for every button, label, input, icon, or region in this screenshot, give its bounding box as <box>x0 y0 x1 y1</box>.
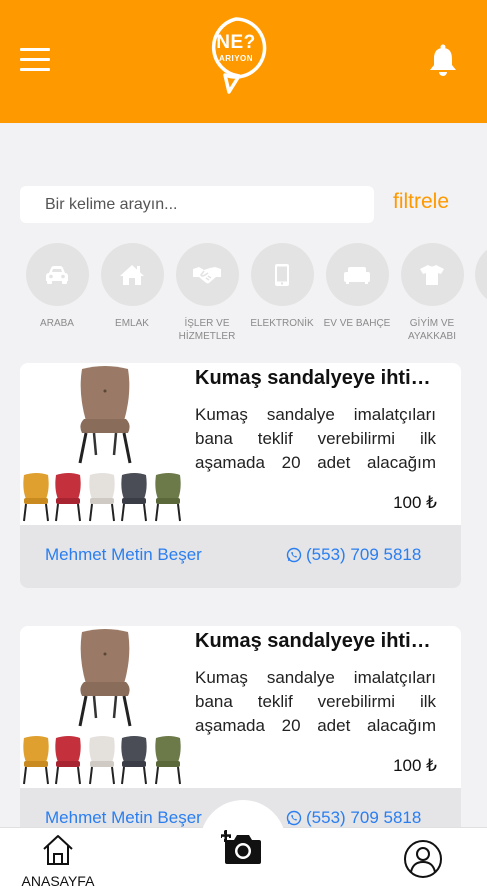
listing-card-body: Kumaş sandalyeye ihtiyacım var Kumaş san… <box>20 363 461 525</box>
nav-home-label: ANASAYFA <box>21 873 95 887</box>
app-header: NE? ARIYON <box>0 0 487 123</box>
house-icon <box>120 264 144 285</box>
listing-card-body: Kumaş sandalyeye ihtiyacım var Kumaş san… <box>20 626 461 788</box>
listing-description: Kumaş sandalye imalatçıları bana teklif … <box>195 668 436 735</box>
seller-name-link[interactable]: Mehmet Metin Beşer <box>45 545 202 565</box>
app-logo: NE? ARIYON <box>205 16 271 96</box>
add-photo-camera-button[interactable] <box>220 828 263 868</box>
category-giyim-ayakkabi[interactable]: GİYİM VE AYAKKABI <box>400 243 464 343</box>
listing-title[interactable]: Kumaş sandalyeye ihtiyacım var <box>195 630 435 653</box>
listing-card[interactable]: Kumaş sandalyeye ihtiyacım var Kumaş san… <box>20 363 461 588</box>
hamburger-menu-icon[interactable] <box>20 48 50 72</box>
listing-image <box>20 626 185 788</box>
listing-title[interactable]: Kumaş sandalyeye ihtiyacım var <box>195 367 435 390</box>
phone-icon <box>275 263 289 286</box>
search-input[interactable] <box>20 186 374 223</box>
home-icon <box>43 835 73 865</box>
whatsapp-icon <box>286 547 302 563</box>
category-label: GİYİM VE AYAKKABI <box>408 318 456 342</box>
seller-phone-link[interactable]: (553) 709 5818 <box>286 545 421 565</box>
seller-phone-text: (553) 709 5818 <box>306 545 422 564</box>
listing-description: Kumaş sandalye imalatçıları bana teklif … <box>195 405 436 472</box>
logo-text-sub: ARIYON <box>218 54 254 63</box>
nav-home[interactable]: ANASAYFA <box>18 834 98 887</box>
user-profile-icon <box>404 840 442 878</box>
seller-phone-text: (553) 709 5818 <box>306 808 422 827</box>
category-more[interactable] <box>475 243 487 306</box>
listing-image <box>20 363 185 525</box>
whatsapp-icon <box>286 810 302 826</box>
listing-price: 100 ₺ <box>393 756 437 775</box>
seller-name-link[interactable]: Mehmet Metin Beşer <box>45 808 202 828</box>
tshirt-icon <box>420 264 444 285</box>
filter-button[interactable]: filtrele <box>393 190 449 214</box>
nav-profile[interactable] <box>403 839 443 879</box>
seller-phone-link[interactable]: (553) 709 5818 <box>286 808 421 828</box>
notification-bell-icon[interactable] <box>428 44 458 76</box>
listing-price: 100 ₺ <box>393 493 437 512</box>
camera-plus-icon <box>220 830 261 864</box>
sofa-icon <box>344 266 370 284</box>
logo-text-main: NE? <box>216 32 256 53</box>
handshake-icon <box>193 266 221 283</box>
car-icon <box>46 265 68 284</box>
